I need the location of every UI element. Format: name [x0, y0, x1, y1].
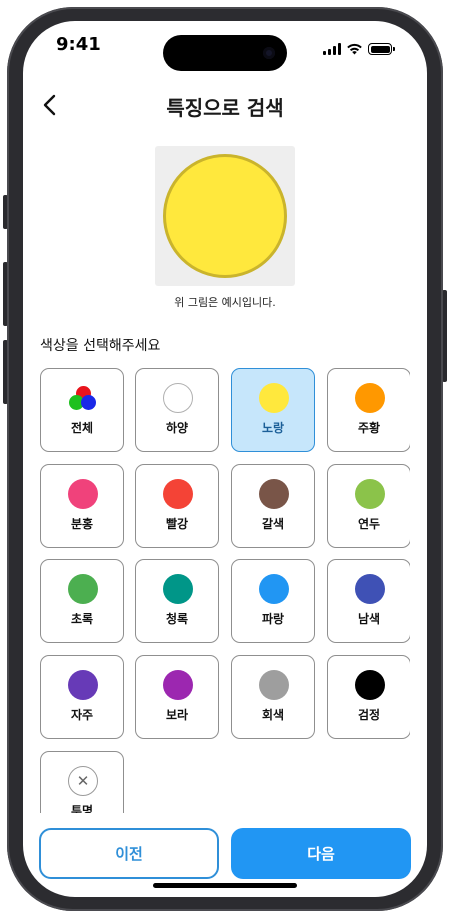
color-grid: 전체 하양 노랑 주황 분홍 빨강 갈색 연두 초록 청록 파랑 남색 자주 보…: [40, 368, 410, 813]
color-option-black[interactable]: 검정: [327, 655, 410, 739]
color-option-magenta[interactable]: 자주: [40, 655, 124, 739]
color-swatch: [68, 479, 98, 509]
color-option-label: 분홍: [70, 517, 94, 531]
color-swatch: [355, 670, 385, 700]
color-swatch: [163, 574, 193, 604]
color-option-label: 연두: [357, 517, 381, 531]
color-option-label: 자주: [70, 708, 94, 722]
color-option-label: 검정: [357, 708, 381, 722]
color-section-label: 색상을 선택해주세요: [40, 338, 161, 354]
color-swatch: [68, 670, 98, 700]
color-option-orange[interactable]: 주황: [327, 368, 410, 452]
wifi-icon: [347, 43, 362, 55]
page-title: 특징으로 검색: [166, 96, 284, 120]
camera-icon: [263, 47, 275, 59]
color-option-label: 주황: [357, 421, 381, 435]
all-colors-icon: [69, 386, 99, 414]
color-option-blue[interactable]: 파랑: [231, 559, 315, 643]
color-swatch: [68, 574, 98, 604]
color-option-label: 청록: [165, 612, 189, 626]
color-option-yellow[interactable]: 노랑: [231, 368, 315, 452]
color-swatch: [259, 670, 289, 700]
color-option-label: 파랑: [261, 612, 285, 626]
color-option-transparent[interactable]: ✕ 투명: [40, 751, 124, 813]
preview-caption: 위 그림은 예시입니다.: [174, 296, 276, 309]
color-option-label: 하양: [165, 421, 189, 435]
color-option-purple[interactable]: 보라: [135, 655, 219, 739]
color-option-label: 회색: [261, 708, 285, 722]
color-option-all[interactable]: 전체: [40, 368, 124, 452]
color-swatch: [355, 479, 385, 509]
color-option-label: 전체: [70, 421, 94, 435]
color-option-label: 갈색: [261, 517, 285, 531]
color-swatch: [163, 479, 193, 509]
color-option-label: 투명: [70, 804, 94, 813]
cellular-signal-icon: [323, 43, 341, 55]
status-icons: [323, 43, 395, 55]
color-swatch: [163, 670, 193, 700]
color-option-red[interactable]: 빨강: [135, 464, 219, 548]
color-option-label: 노랑: [261, 421, 285, 435]
color-option-gray[interactable]: 회색: [231, 655, 315, 739]
color-option-teal[interactable]: 청록: [135, 559, 219, 643]
home-indicator: [153, 883, 297, 888]
color-option-label: 남색: [357, 612, 381, 626]
color-swatch: [259, 574, 289, 604]
dynamic-island: [163, 35, 287, 71]
color-swatch: [259, 383, 289, 413]
next-button[interactable]: 다음: [231, 828, 411, 879]
previous-button[interactable]: 이전: [39, 828, 219, 879]
color-option-pink[interactable]: 분홍: [40, 464, 124, 548]
color-option-green[interactable]: 초록: [40, 559, 124, 643]
color-swatch: [259, 479, 289, 509]
status-time: 9:41: [56, 34, 101, 55]
color-swatch: [355, 574, 385, 604]
color-option-navy[interactable]: 남색: [327, 559, 410, 643]
color-option-brown[interactable]: 갈색: [231, 464, 315, 548]
example-preview-image: [155, 146, 295, 286]
close-icon: ✕: [68, 766, 98, 796]
color-option-label: 초록: [70, 612, 94, 626]
color-option-label: 빨강: [165, 517, 189, 531]
example-pill-shape: [163, 154, 287, 278]
color-option-light-green[interactable]: 연두: [327, 464, 410, 548]
battery-icon: [368, 43, 395, 55]
color-option-label: 보라: [165, 708, 189, 722]
color-swatch: [355, 383, 385, 413]
color-option-white[interactable]: 하양: [135, 368, 219, 452]
color-swatch: [163, 383, 193, 413]
